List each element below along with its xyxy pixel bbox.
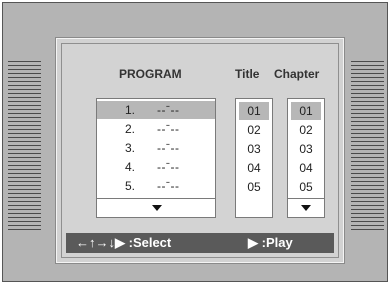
program-panel: PROGRAM Title Chapter 1. --ˉ-- 2. --ˉ-- … [56, 38, 344, 263]
chapter-item-1[interactable]: 01 [291, 102, 321, 120]
program-screen: PROGRAM Title Chapter 1. --ˉ-- 2. --ˉ-- … [2, 2, 388, 282]
help-bar: ←↑→↓▶ :Select ▶ :Play [66, 233, 334, 253]
chapter-item-5[interactable]: 05 [288, 178, 324, 196]
triangle-down-icon[interactable] [152, 205, 162, 211]
left-decoration [8, 61, 41, 231]
title-header: Title [235, 67, 260, 81]
program-row-value: --ˉ-- [157, 122, 180, 136]
title-item-2[interactable]: 02 [236, 121, 272, 139]
chapter-item-3[interactable]: 03 [288, 140, 324, 158]
title-item-1[interactable]: 01 [239, 102, 269, 120]
program-row-value: --ˉ-- [157, 103, 180, 117]
program-row-number: 1. [125, 103, 136, 117]
program-row-value: --ˉ-- [157, 160, 180, 174]
program-row-value: --ˉ-- [157, 141, 180, 155]
program-row-1[interactable]: 1. --ˉ-- [97, 101, 215, 119]
chapter-header: Chapter [274, 67, 320, 81]
chapter-list-divider [288, 198, 324, 199]
title-item-4[interactable]: 04 [236, 159, 272, 177]
title-item-5[interactable]: 05 [236, 178, 272, 196]
program-row-2[interactable]: 2. --ˉ-- [97, 120, 215, 138]
title-item-3[interactable]: 03 [236, 140, 272, 158]
program-row-number: 5. [125, 179, 136, 193]
chapter-item-4[interactable]: 04 [288, 159, 324, 177]
program-row-4[interactable]: 4. --ˉ-- [97, 158, 215, 176]
chapter-item-2[interactable]: 02 [288, 121, 324, 139]
program-list-divider [97, 198, 215, 199]
program-panel-inner: PROGRAM Title Chapter 1. --ˉ-- 2. --ˉ-- … [61, 43, 339, 258]
triangle-down-icon[interactable] [301, 205, 311, 211]
select-hint: ←↑→↓▶ :Select [76, 235, 172, 250]
program-list[interactable]: 1. --ˉ-- 2. --ˉ-- 3. --ˉ-- 4. --ˉ-- 5. -… [96, 98, 216, 218]
program-header: PROGRAM [119, 67, 182, 81]
program-row-5[interactable]: 5. --ˉ-- [97, 177, 215, 195]
chapter-list[interactable]: 01 02 03 04 05 [287, 98, 325, 218]
program-row-value: --ˉ-- [157, 179, 180, 193]
title-list[interactable]: 01 02 03 04 05 [235, 98, 273, 218]
right-decoration [351, 61, 384, 231]
program-row-number: 2. [125, 122, 136, 136]
program-row-number: 3. [125, 141, 136, 155]
program-row-3[interactable]: 3. --ˉ-- [97, 139, 215, 157]
play-hint: ▶ :Play [248, 235, 293, 250]
program-row-number: 4. [125, 160, 136, 174]
